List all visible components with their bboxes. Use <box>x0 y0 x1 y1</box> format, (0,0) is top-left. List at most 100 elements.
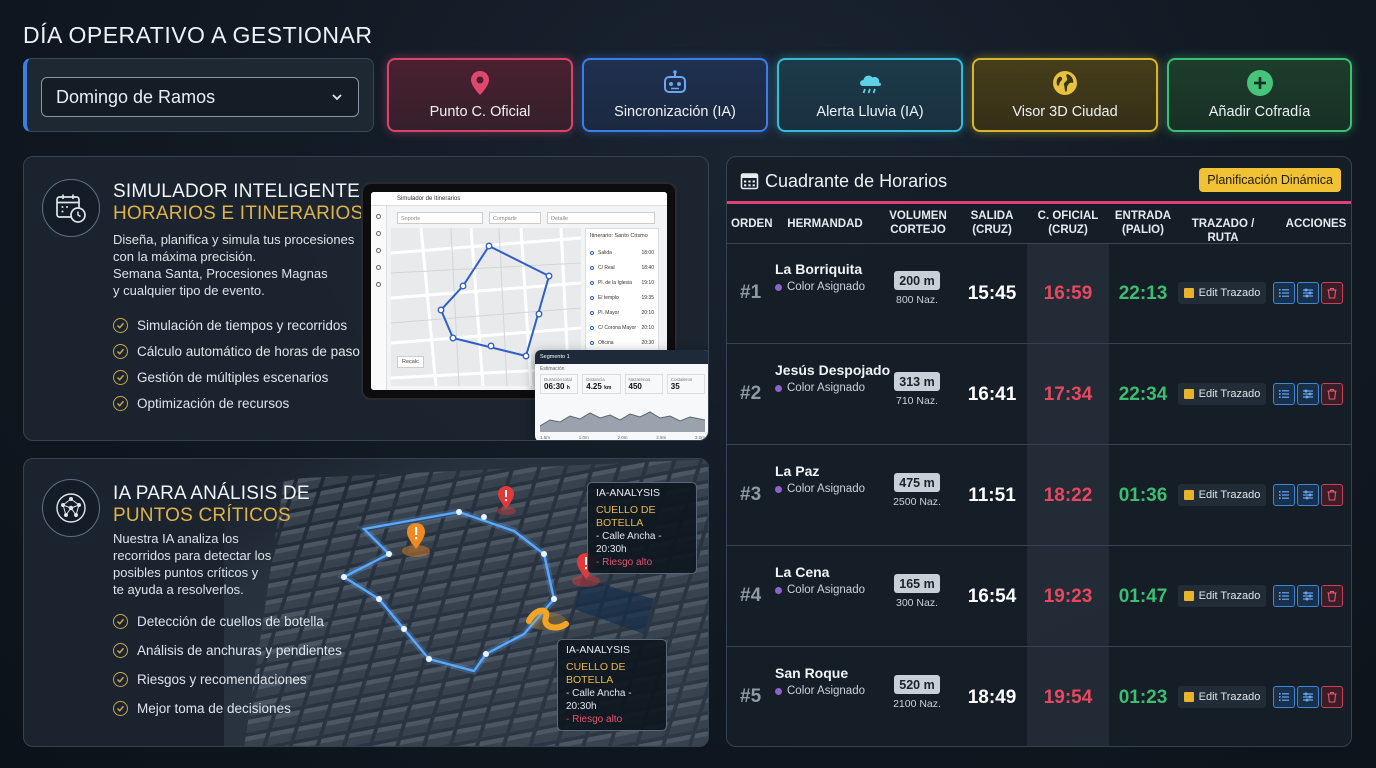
row-color-label: Color Asignado <box>787 382 865 394</box>
row-nazarenos: 2100 Naz. <box>893 698 941 710</box>
day-select-dropdown[interactable]: Domingo de Ramos <box>41 77 359 117</box>
dynamic-planning-badge[interactable]: Planificación Dinámica <box>1199 168 1341 192</box>
add-brotherhood-button[interactable]: Añadir Cofradía <box>1167 58 1352 132</box>
check-icon <box>113 395 128 411</box>
edit-route-button[interactable]: Edit Trazado <box>1178 484 1266 506</box>
settings-button[interactable] <box>1297 686 1319 708</box>
row-color-label: Color Asignado <box>787 685 865 697</box>
th-official-line1: C. OFICIAL <box>1037 210 1099 222</box>
calendar-icon <box>740 173 759 190</box>
feature-label: Cálculo automático de horas de paso <box>137 343 360 359</box>
th-official-line2: (CRUZ) <box>1048 224 1088 236</box>
ai-title-line1: IA PARA ANÁLISIS DE <box>113 483 310 504</box>
row-entry-time: 01:23 <box>1118 687 1168 708</box>
check-icon <box>113 369 128 385</box>
ai-analysis-popup: IA-ANALYSIS CUELLO DE BOTELLA - Calle An… <box>557 639 667 731</box>
check-icon <box>113 343 128 359</box>
day-select-value: Domingo de Ramos <box>56 86 216 107</box>
row-entry-time: 01:36 <box>1118 485 1168 506</box>
edit-route-button[interactable]: Edit Trazado <box>1178 585 1266 607</box>
official-point-label: Punto C. Oficial <box>429 104 531 120</box>
feature-label: Optimización de recursos <box>137 395 290 411</box>
tablet-field[interactable]: Detalle <box>547 212 655 224</box>
delete-button[interactable] <box>1321 282 1343 304</box>
list-view-button[interactable] <box>1273 383 1295 405</box>
table-row: #5 San Roque Color Asignado 520 m 2100 N… <box>727 648 1351 746</box>
popup-location: - Calle Ancha - 20:30h <box>566 688 632 712</box>
list-view-button[interactable] <box>1273 585 1295 607</box>
th-brotherhood: HERMANDAD <box>787 218 863 230</box>
edit-route-button[interactable]: Edit Trazado <box>1178 686 1266 708</box>
axis-tick: 2.0m <box>617 435 628 440</box>
axis-tick: 3.0m <box>694 435 705 440</box>
stop-name: Oficina <box>598 339 614 346</box>
ai-desc-line: te ayuda a resolverlos. <box>113 582 244 597</box>
page-title: DÍA OPERATIVO A GESTIONAR <box>23 22 373 48</box>
ai-sync-button[interactable]: Sincronización (IA) <box>582 58 768 132</box>
settings-button[interactable] <box>1297 383 1319 405</box>
elevation-profile-chart <box>540 411 705 432</box>
add-brotherhood-label: Añadir Cofradía <box>1208 104 1311 120</box>
row-order: #4 <box>740 585 762 606</box>
delete-button[interactable] <box>1321 383 1343 405</box>
axis-tick: 1.5m <box>540 435 551 440</box>
trash-icon <box>1327 590 1337 602</box>
settings-button[interactable] <box>1297 282 1319 304</box>
route-icon <box>1183 288 1194 298</box>
list-view-button[interactable] <box>1273 686 1295 708</box>
city-3d-viewer-button[interactable]: Visor 3D Ciudad <box>972 58 1158 132</box>
itinerary-stop: C/ Real 18:40 <box>590 260 654 275</box>
tablet-map-button[interactable]: Recalc <box>397 356 424 368</box>
th-entry-line1: ENTRADA <box>1114 210 1172 222</box>
stop-dot <box>590 340 594 345</box>
list-icon <box>1279 592 1289 600</box>
row-departure-time: 11:51 <box>968 485 1016 506</box>
color-dot <box>775 485 782 493</box>
stats-subtitle: Estimación <box>540 366 565 372</box>
popup-title: IA-ANALYSIS <box>566 644 630 656</box>
itinerary-stop: El templo 19:35 <box>590 290 654 305</box>
row-color-assigned: Color Asignado <box>775 584 865 596</box>
trash-icon <box>1327 388 1337 400</box>
stop-dot <box>590 295 594 300</box>
row-volume-badge: 165 m <box>894 574 940 593</box>
edit-route-button[interactable]: Edit Trazado <box>1178 282 1266 304</box>
table-row: #1 La Borriquita Color Asignado 200 m 80… <box>727 244 1351 344</box>
official-point-button[interactable]: Punto C. Oficial <box>387 58 573 132</box>
tablet-field[interactable]: Soporte <box>397 212 483 224</box>
simulator-desc-line: Semana Santa, Procesiones Magnas <box>113 266 328 281</box>
globe-icon <box>1053 71 1077 95</box>
list-view-button[interactable] <box>1273 484 1295 506</box>
row-order: #3 <box>740 484 762 505</box>
sliders-icon <box>1303 288 1313 298</box>
list-view-button[interactable] <box>1273 282 1295 304</box>
ai-feature-list: Detección de cuellos de botella Análisis… <box>113 607 342 723</box>
popup-risk: - Riesgo alto <box>566 714 623 725</box>
edit-route-label: Edit Trazado <box>1198 691 1261 703</box>
stop-time: 18:40 <box>641 264 654 271</box>
rain-alert-button[interactable]: Alerta Lluvia (IA) <box>777 58 963 132</box>
settings-button[interactable] <box>1297 585 1319 607</box>
settings-button[interactable] <box>1297 484 1319 506</box>
delete-button[interactable] <box>1321 585 1343 607</box>
feature-item: Detección de cuellos de botella <box>113 607 342 636</box>
stop-time: 18:00 <box>641 249 654 256</box>
th-volume-line2: CORTEJO <box>890 224 946 236</box>
delete-button[interactable] <box>1321 686 1343 708</box>
edit-route-button[interactable]: Edit Trazado <box>1178 383 1266 405</box>
rain-cloud-icon <box>860 75 882 94</box>
row-brotherhood-name: La Paz <box>775 463 820 479</box>
stop-dot <box>590 250 594 255</box>
delete-button[interactable] <box>1321 484 1343 506</box>
simulator-title-line2: HORARIOS E ITINERARIOS <box>113 203 364 224</box>
city-3d-viewer-label: Visor 3D Ciudad <box>1012 104 1118 120</box>
simulator-desc-line: Diseña, planifica y simula tus procesion… <box>113 232 355 247</box>
row-brotherhood-name: La Cena <box>775 564 830 580</box>
row-volume-badge: 520 m <box>894 675 940 694</box>
ai-title: IA PARA ANÁLISIS DE PUNTOS CRÍTICOS <box>113 483 310 527</box>
row-color-assigned: Color Asignado <box>775 281 865 293</box>
tablet-field[interactable]: Compartir <box>489 212 541 224</box>
row-volume-badge: 313 m <box>894 372 940 391</box>
ai-sync-label: Sincronización (IA) <box>614 104 736 120</box>
stop-name: C/ Corona Mayor <box>598 324 637 331</box>
